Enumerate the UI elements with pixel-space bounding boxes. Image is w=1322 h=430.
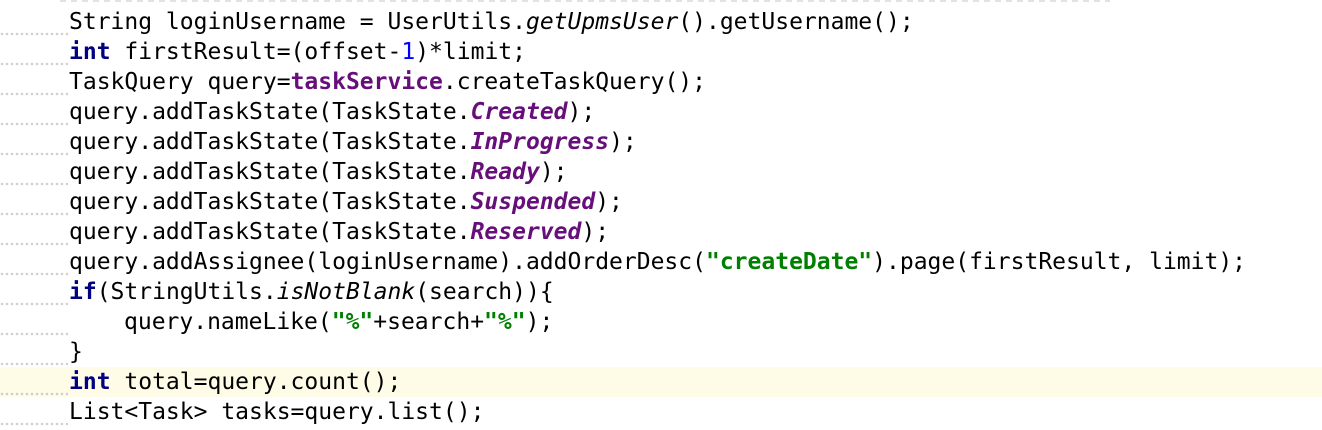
code-token: ); [525,309,554,335]
indent-whitespace-marker [0,392,68,396]
code-token: ); [539,159,568,185]
code-text: query.addTaskState(TaskState.InProgress)… [69,127,637,157]
code-token: (StringUtils. [96,279,277,305]
code-token: ).page(firstResult, limit); [872,249,1247,275]
code-text: query.addTaskState(TaskState.Ready); [69,157,568,187]
code-line[interactable]: TaskQuery query=taskService.createTaskQu… [0,67,1322,97]
code-line[interactable]: String loginUsername = UserUtils.getUpms… [0,7,1322,37]
code-token: "%" [484,309,526,335]
code-text: } [69,337,83,367]
indent-whitespace-marker [0,32,68,36]
code-text: int firstResult=(offset-1)*limit; [69,37,526,67]
code-token: InProgress [470,129,610,155]
code-token: isNotBlank [276,279,416,305]
code-token: .createTaskQuery(); [442,69,706,95]
code-line[interactable]: query.addTaskState(TaskState.Ready); [0,157,1322,187]
code-line[interactable]: query.addTaskState(TaskState.InProgress)… [0,127,1322,157]
code-token: if [69,279,97,305]
code-token: List<Task> tasks=query.list(); [69,399,485,425]
indent-whitespace-marker [0,122,68,126]
indent-whitespace-marker [0,272,68,276]
code-token: query.nameLike( [124,309,332,335]
previous-line-fragment [60,0,1110,2]
code-token: total=query.count(); [110,369,402,395]
indent-whitespace-marker [0,212,68,216]
indent-whitespace-marker [0,92,68,96]
code-text: if(StringUtils.isNotBlank(search)){ [69,277,554,307]
code-line[interactable]: query.nameLike("%"+search+"%"); [0,307,1322,337]
code-token: String loginUsername = UserUtils. [69,9,526,35]
code-token: int [69,369,111,395]
indent-whitespace-marker [0,422,68,426]
code-line[interactable]: if(StringUtils.isNotBlank(search)){ [0,277,1322,307]
code-text: query.addAssignee(loginUsername).addOrde… [69,247,1246,277]
indent-whitespace-marker [0,152,68,156]
code-token: } [69,339,83,365]
code-text: query.addTaskState(TaskState.Reserved); [69,217,609,247]
code-token: query.addTaskState(TaskState. [69,189,471,215]
code-text: query.addTaskState(TaskState.Suspended); [69,187,623,217]
indent-whitespace-marker [0,62,68,66]
code-token: Suspended [470,189,596,215]
code-token: Created [470,99,568,125]
code-text: String loginUsername = UserUtils.getUpms… [69,7,914,37]
indent-whitespace-marker [0,362,68,366]
code-token: getUpmsUser [525,9,679,35]
code-token: int [69,39,111,65]
code-token: query.addTaskState(TaskState. [69,99,471,125]
code-line[interactable]: query.addTaskState(TaskState.Created); [0,97,1322,127]
code-token: ); [581,219,610,245]
code-token: 1 [401,39,416,65]
code-token: Reserved [470,219,582,245]
code-text: query.addTaskState(TaskState.Created); [69,97,595,127]
code-token: query.addTaskState(TaskState. [69,159,471,185]
code-token: query.addAssignee(loginUsername).addOrde… [69,249,706,275]
code-token: TaskQuery query= [69,69,291,95]
code-token: +search+ [373,309,485,335]
code-token: Ready [470,159,540,185]
code-token: ); [609,129,637,155]
code-line[interactable]: int firstResult=(offset-1)*limit; [0,37,1322,67]
code-token: )*limit; [415,39,526,65]
indent-whitespace-marker [0,332,68,336]
code-token: "%" [331,309,374,335]
code-editor[interactable]: String loginUsername = UserUtils.getUpms… [0,0,1322,430]
code-token: firstResult=(offset- [110,39,402,65]
indent-whitespace-marker [0,242,68,246]
code-token: ); [567,99,596,125]
code-line[interactable]: } [0,337,1322,367]
code-line[interactable]: query.addAssignee(loginUsername).addOrde… [0,247,1322,277]
code-line[interactable]: query.addTaskState(TaskState.Reserved); [0,217,1322,247]
code-line[interactable]: List<Task> tasks=query.list(); [0,397,1322,427]
code-text: List<Task> tasks=query.list(); [69,397,484,427]
code-line[interactable]: query.addTaskState(TaskState.Suspended); [0,187,1322,217]
code-line-current[interactable]: int total=query.count(); [0,367,1322,397]
code-token: "createDate" [705,249,873,275]
code-text: query.nameLike("%"+search+"%"); [124,307,553,337]
code-token: query.addTaskState(TaskState. [69,219,471,245]
code-text: int total=query.count(); [69,367,401,397]
code-text: TaskQuery query=taskService.createTaskQu… [69,67,706,97]
code-token: ); [595,189,623,215]
code-token: taskService [290,69,443,95]
indent-whitespace-marker [0,302,68,306]
code-token: (search)){ [415,279,554,305]
indent-whitespace-marker [0,182,68,186]
code-token: query.addTaskState(TaskState. [69,129,471,155]
code-token: ().getUsername(); [678,9,914,35]
